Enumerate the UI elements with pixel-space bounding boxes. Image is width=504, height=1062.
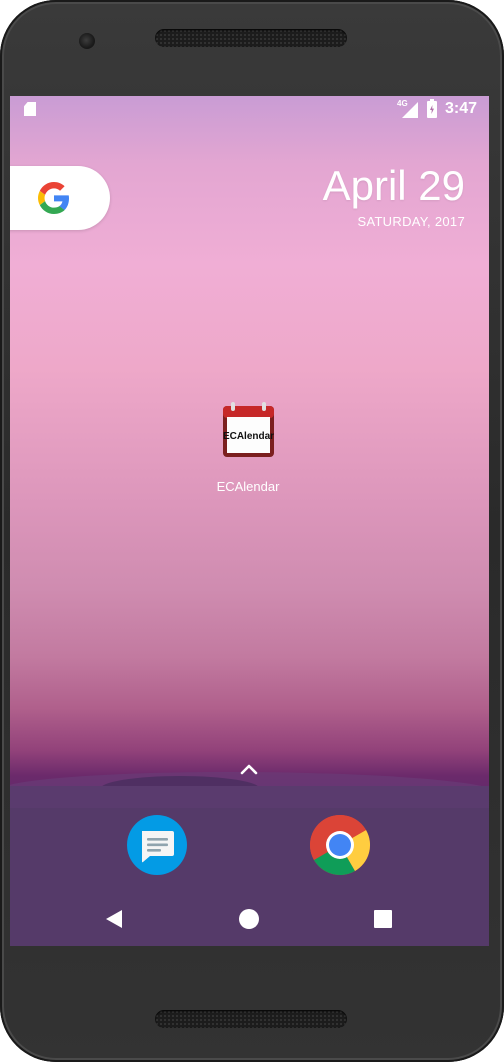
status-clock: 3:47 bbox=[445, 100, 478, 117]
top-speaker-grille bbox=[155, 29, 347, 47]
battery-charging-icon bbox=[427, 99, 437, 118]
app-shortcut-ecalendar[interactable]: ECAlendar ECAlendar bbox=[217, 401, 279, 501]
bottom-speaker-grille bbox=[155, 1010, 347, 1028]
ecalendar-app-icon: ECAlendar bbox=[223, 402, 274, 457]
home-screen: 4G 3:47 April 29 SATURDAY, 2017 ECAlenda… bbox=[10, 96, 489, 946]
home-icon[interactable] bbox=[239, 909, 259, 929]
chevron-up-icon[interactable] bbox=[239, 762, 259, 776]
phone-frame: 4G 3:47 April 29 SATURDAY, 2017 ECAlenda… bbox=[0, 0, 504, 1062]
date-widget-weekday: SATURDAY, 2017 bbox=[357, 214, 465, 229]
app-label: ECAlendar bbox=[216, 479, 280, 494]
google-search-button[interactable] bbox=[10, 166, 110, 230]
network-type: 4G bbox=[397, 99, 408, 108]
ecalendar-icon-text: ECAlendar bbox=[223, 431, 274, 442]
status-bar: 4G 3:47 bbox=[10, 96, 489, 122]
recents-icon[interactable] bbox=[374, 910, 392, 928]
sd-card-icon bbox=[24, 102, 36, 116]
chrome-app-icon[interactable] bbox=[309, 814, 371, 876]
messages-app-icon[interactable] bbox=[126, 814, 188, 876]
google-g-icon bbox=[38, 182, 69, 214]
front-camera bbox=[79, 33, 95, 49]
date-widget-date[interactable]: April 29 bbox=[323, 162, 465, 210]
back-icon[interactable] bbox=[105, 909, 123, 929]
navigation-bar bbox=[10, 886, 489, 946]
